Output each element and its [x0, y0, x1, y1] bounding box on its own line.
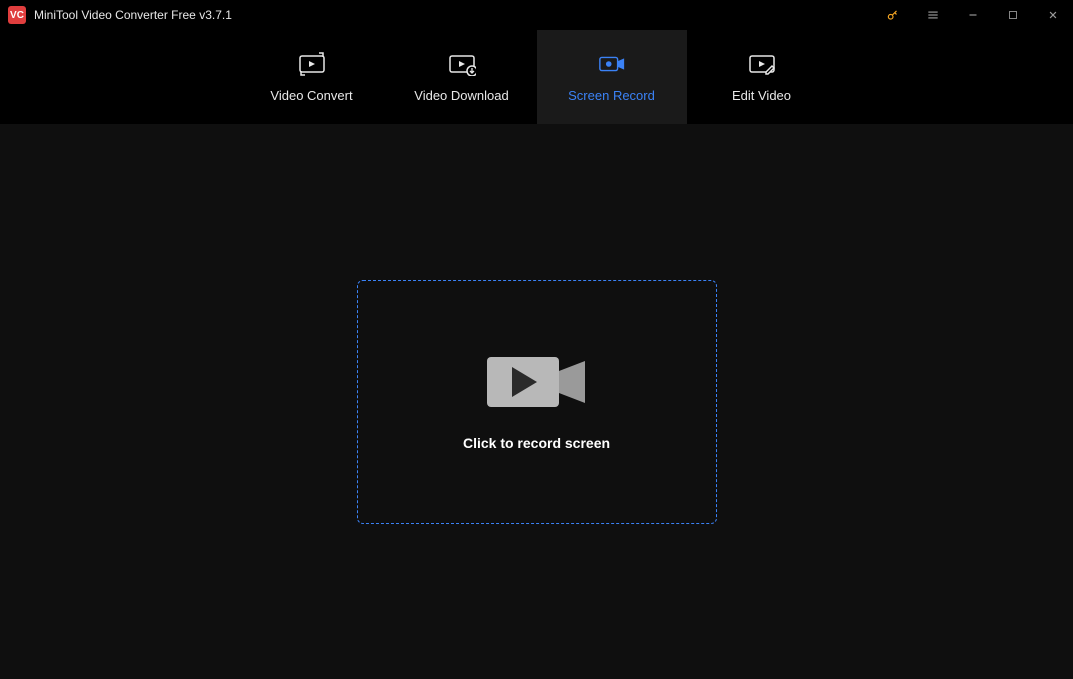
tab-edit-video[interactable]: Edit Video	[687, 30, 837, 124]
close-icon[interactable]	[1033, 0, 1073, 30]
tab-label: Video Convert	[270, 88, 352, 103]
tab-label: Screen Record	[568, 88, 655, 103]
upgrade-key-icon[interactable]	[873, 0, 913, 30]
titlebar-controls	[873, 0, 1073, 30]
titlebar-left: VC MiniTool Video Converter Free v3.7.1	[8, 6, 232, 24]
record-screen-button[interactable]: Click to record screen	[357, 280, 717, 524]
tab-screen-record[interactable]: Screen Record	[537, 30, 687, 124]
maximize-icon[interactable]	[993, 0, 1033, 30]
record-icon	[598, 52, 626, 76]
titlebar: VC MiniTool Video Converter Free v3.7.1	[0, 0, 1073, 30]
record-label: Click to record screen	[463, 435, 610, 451]
tab-label: Video Download	[414, 88, 508, 103]
download-icon	[448, 52, 476, 76]
tab-video-download[interactable]: Video Download	[387, 30, 537, 124]
main-content: Click to record screen	[0, 124, 1073, 679]
edit-icon	[748, 52, 776, 76]
app-title: MiniTool Video Converter Free v3.7.1	[34, 8, 232, 22]
tab-video-convert[interactable]: Video Convert	[237, 30, 387, 124]
app-logo-icon: VC	[8, 6, 26, 24]
nav-tabs: Video Convert Video Download Screen Reco…	[0, 30, 1073, 124]
minimize-icon[interactable]	[953, 0, 993, 30]
convert-icon	[298, 52, 326, 76]
camera-play-icon	[487, 353, 587, 411]
tab-label: Edit Video	[732, 88, 791, 103]
menu-icon[interactable]	[913, 0, 953, 30]
